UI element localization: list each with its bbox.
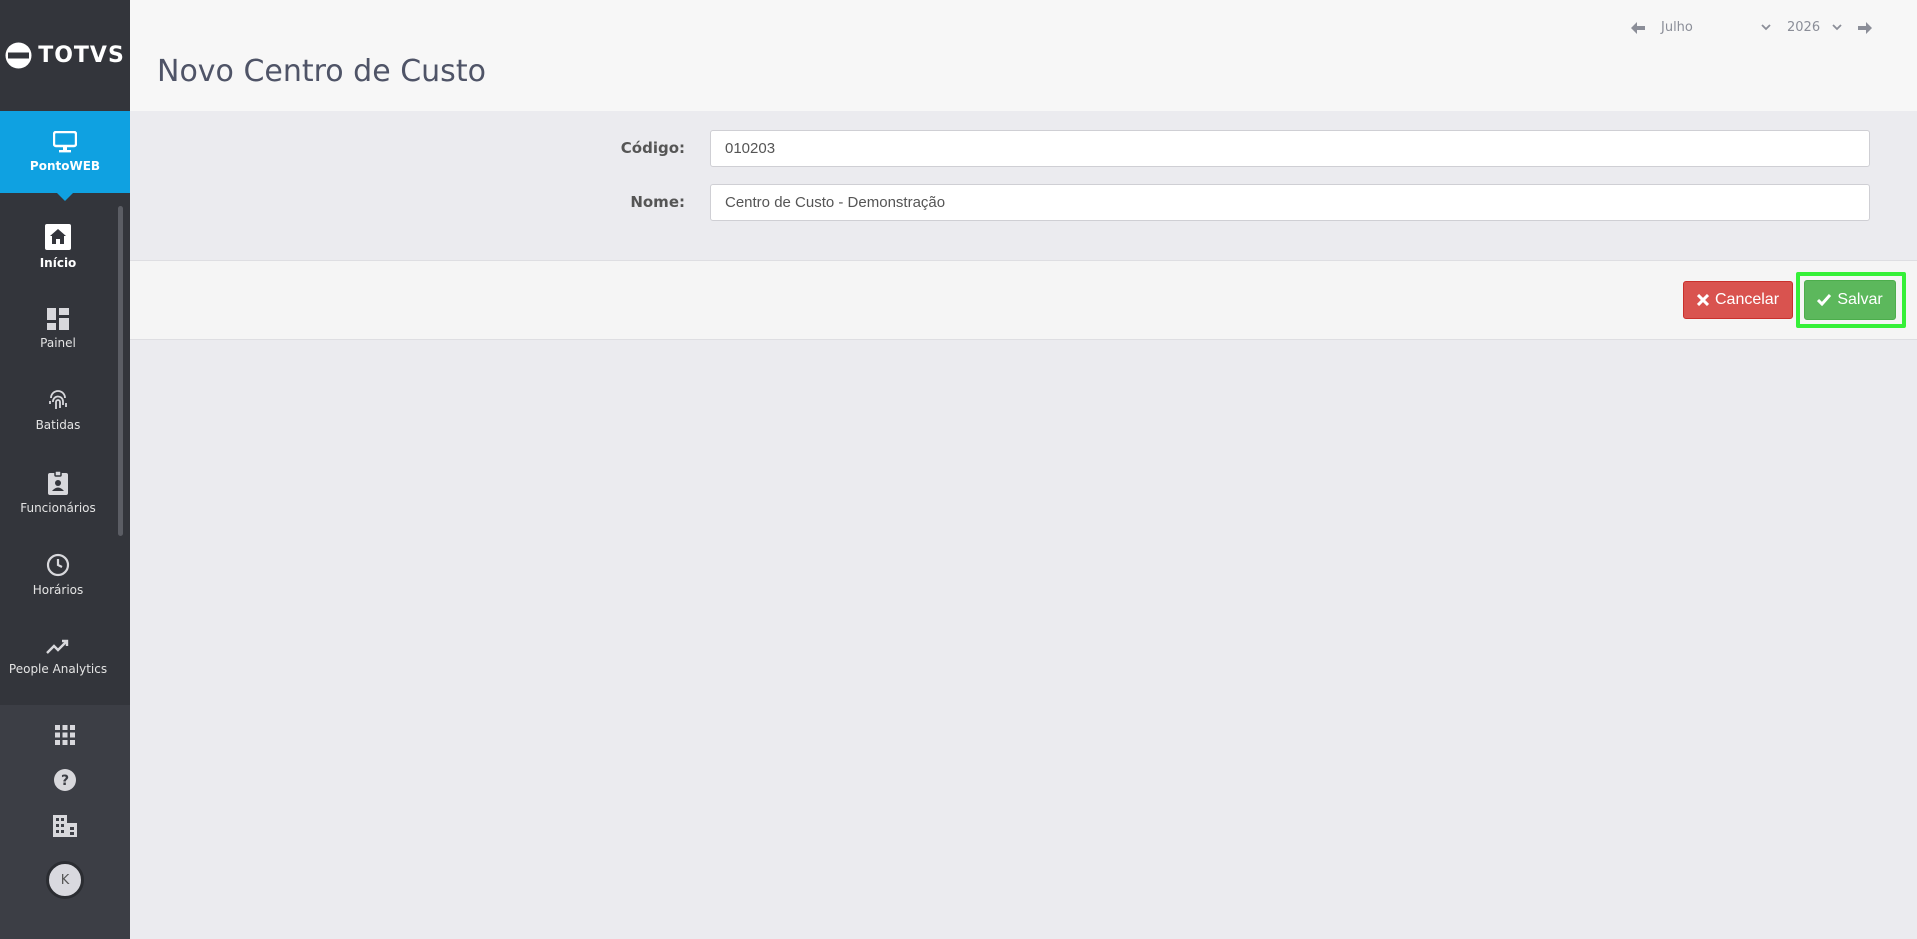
form-actions: Cancelar Salvar	[130, 260, 1917, 340]
sidebar-item-label: Funcionários	[20, 501, 96, 515]
building-icon[interactable]	[53, 815, 77, 837]
sidebar-menu: Início Painel Batidas Funcionários Horár…	[0, 206, 116, 698]
fingerprint-icon	[47, 390, 69, 412]
next-period-arrow-icon[interactable]	[1858, 21, 1872, 34]
clock-icon	[46, 553, 70, 577]
year-select[interactable]: 2026	[1787, 20, 1842, 35]
cancel-button[interactable]: Cancelar	[1683, 281, 1793, 319]
badge-icon	[48, 471, 68, 495]
check-icon	[1817, 294, 1832, 306]
sidebar-item-label: People Analytics	[8, 662, 108, 676]
codigo-label: Código:	[620, 139, 685, 157]
avatar[interactable]: K	[46, 861, 84, 899]
sidebar-item-label: Batidas	[35, 418, 81, 432]
codigo-input[interactable]: 010203	[710, 129, 1870, 167]
help-icon[interactable]: ?	[54, 769, 76, 791]
app-name: PontoWEB	[29, 159, 101, 173]
save-button[interactable]: Salvar	[1804, 280, 1896, 320]
sidebar: TOTVS PontoWEB Início Painel Batidas Fun…	[0, 0, 130, 939]
sidebar-item-label: Painel	[40, 336, 76, 350]
sidebar-item-inicio[interactable]: Início	[0, 206, 116, 288]
period-selector: Julho 2026	[1631, 20, 1872, 35]
save-button-highlight: Salvar	[1796, 272, 1906, 328]
sidebar-item-people-analytics[interactable]: People Analytics	[0, 616, 116, 698]
save-label: Salvar	[1837, 291, 1883, 308]
sidebar-item-funcionarios[interactable]: Funcionários	[0, 452, 116, 534]
cancel-label: Cancelar	[1714, 291, 1780, 308]
totvs-logo[interactable]: TOTVS	[0, 0, 130, 111]
sidebar-item-label: Início	[39, 256, 77, 270]
codigo-row: Código: 010203	[130, 129, 1917, 167]
totvs-logo-icon	[5, 42, 32, 69]
dashboard-icon	[47, 308, 69, 330]
trend-icon	[46, 638, 70, 656]
cost-center-form: Código: 010203 Nome: Centro de Custo - D…	[130, 111, 1917, 260]
page-title: Novo Centro de Custo	[157, 54, 486, 89]
chevron-down-icon	[1832, 24, 1842, 31]
nome-row: Nome: Centro de Custo - Demonstração	[130, 183, 1917, 221]
grid-icon[interactable]	[55, 725, 75, 745]
logo-text: TOTVS	[38, 43, 125, 68]
app-switcher-pontoweb[interactable]: PontoWEB	[0, 111, 130, 201]
month-select[interactable]: Julho	[1661, 20, 1771, 35]
monitor-icon	[53, 131, 77, 153]
year-value: 2026	[1787, 20, 1821, 35]
close-icon	[1696, 294, 1709, 306]
page-header: Julho 2026 Novo Centro de Custo	[130, 0, 1917, 111]
sidebar-item-horarios[interactable]: Horários	[0, 534, 116, 616]
previous-period-arrow-icon[interactable]	[1631, 21, 1645, 34]
sidebar-item-label: Horários	[32, 583, 84, 597]
nome-label: Nome:	[630, 193, 685, 211]
home-icon	[45, 224, 71, 250]
nome-input[interactable]: Centro de Custo - Demonstração	[710, 183, 1870, 221]
month-value: Julho	[1661, 20, 1693, 35]
sidebar-item-batidas[interactable]: Batidas	[0, 370, 116, 452]
sidebar-bottom-icons: ? K	[0, 725, 130, 899]
svg-text:?: ?	[61, 773, 69, 789]
chevron-down-icon	[1761, 24, 1771, 31]
sidebar-item-painel[interactable]: Painel	[0, 288, 116, 370]
sidebar-scrollbar[interactable]	[118, 206, 123, 536]
